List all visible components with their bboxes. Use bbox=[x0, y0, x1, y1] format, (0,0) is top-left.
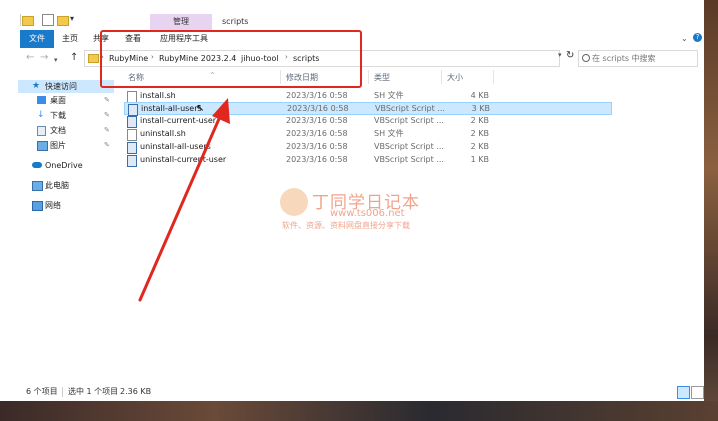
status-divider bbox=[62, 387, 63, 397]
desktop-background-bottom bbox=[0, 401, 718, 421]
explorer-window: ▾ 管理 scripts 文件 主页 共享 查看 应用程序工具 ⌄ ? ← → … bbox=[0, 0, 704, 401]
selected-count: 选中 1 个项目 bbox=[68, 387, 119, 396]
annotation-arrow bbox=[138, 98, 230, 302]
desktop-background-right bbox=[704, 0, 718, 421]
item-count: 6 个项目 bbox=[26, 387, 58, 396]
mouse-cursor-icon: ↖ bbox=[196, 103, 205, 114]
large-icons-view-icon[interactable] bbox=[691, 386, 704, 399]
status-bar: 6 个项目 选中 1 个项目 2.36 KB bbox=[0, 384, 704, 401]
details-view-icon[interactable] bbox=[677, 386, 690, 399]
selected-size: 2.36 KB bbox=[120, 387, 152, 396]
